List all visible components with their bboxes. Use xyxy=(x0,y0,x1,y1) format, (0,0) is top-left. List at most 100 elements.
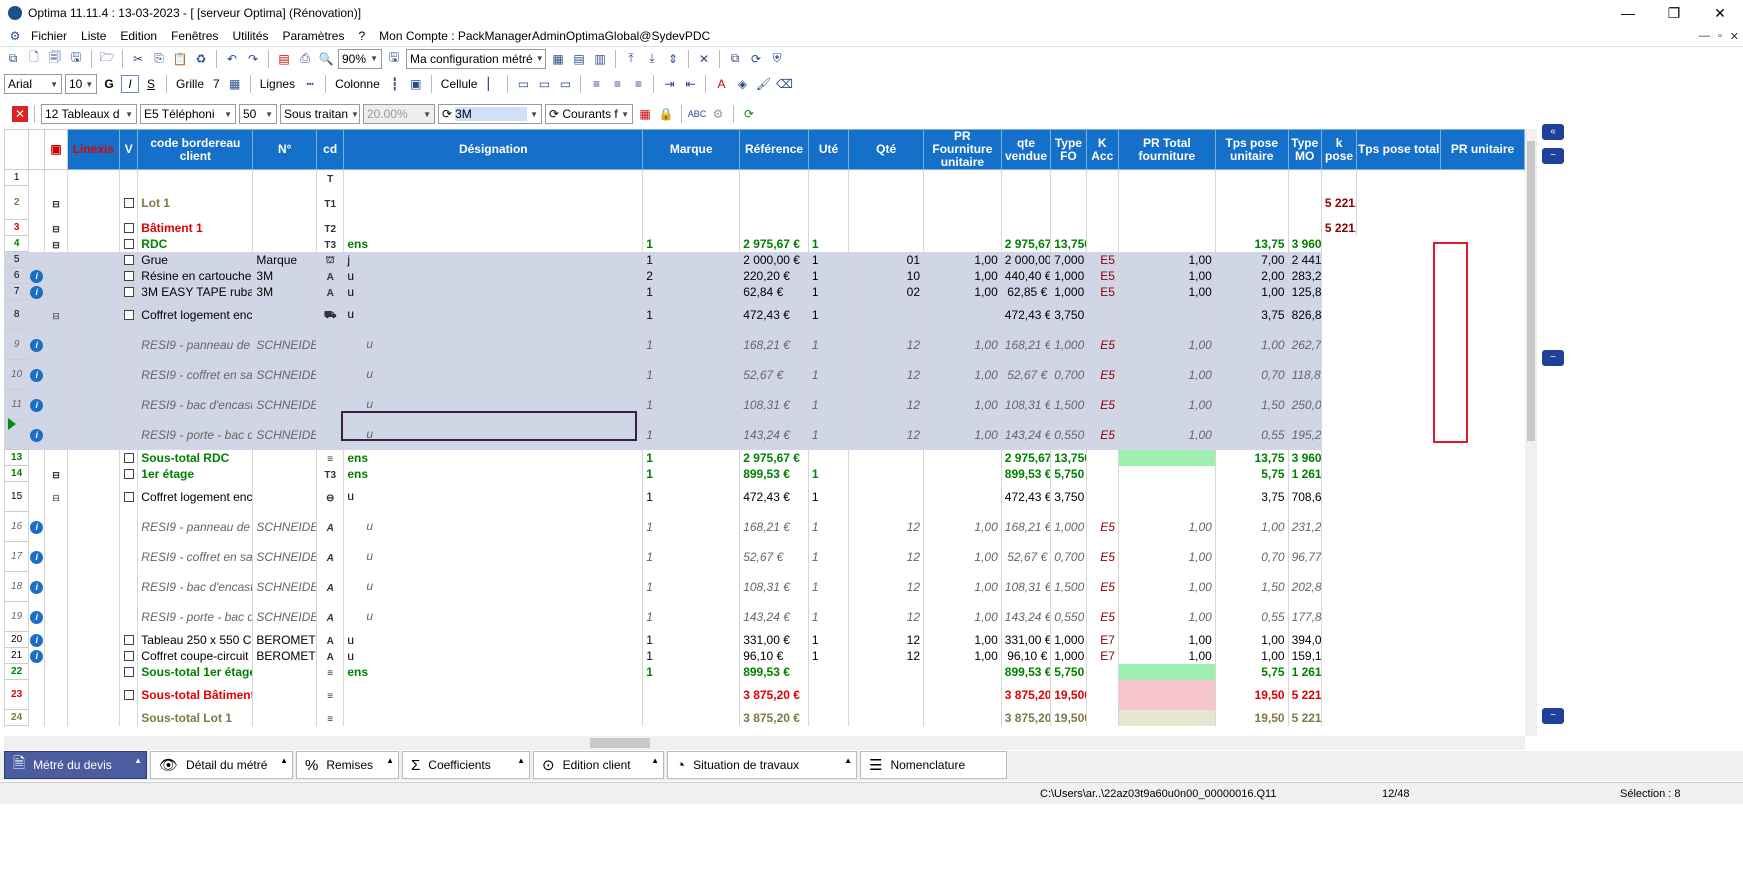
cell-code-bordereau[interactable]: Coffret logement encastré type Rési9 - p… xyxy=(137,481,254,512)
cell-reference[interactable]: 899,53 € xyxy=(739,465,809,482)
cell-type-fo[interactable]: 0,550 xyxy=(1050,419,1087,450)
cell-ute[interactable]: 1 xyxy=(807,299,850,330)
panel-collapse-icon[interactable]: − xyxy=(1542,148,1564,164)
cell-type-fo[interactable]: 1,000 xyxy=(1050,329,1087,360)
row-number[interactable]: 10 xyxy=(4,359,30,390)
cell-qte[interactable] xyxy=(848,449,924,466)
cell-linexis[interactable] xyxy=(66,283,121,300)
grid-view-icon[interactable]: ▦ xyxy=(549,50,567,68)
cell-numero[interactable]: SCHNEIDER ELE xyxy=(252,541,318,572)
cell-designation[interactable]: u xyxy=(343,283,644,300)
cell-marque[interactable] xyxy=(642,185,741,220)
copy-document-icon[interactable]: 🗐 xyxy=(46,50,64,68)
cell-linexis[interactable] xyxy=(66,235,121,252)
tools-icon[interactable]: ✕ xyxy=(695,50,713,68)
cell-type-mo[interactable]: 250,06 xyxy=(1287,389,1322,420)
cell-pr-total-fourniture[interactable]: 1,00 xyxy=(1117,631,1216,648)
cell-qte[interactable]: 12 xyxy=(848,359,924,390)
cell-type-mo[interactable]: 96,77 xyxy=(1287,541,1322,572)
cell-type-mo[interactable]: 262,71 xyxy=(1287,329,1322,360)
cell-code-bordereau[interactable]: RESI9 - panneau de contrôle monophasé - … xyxy=(137,511,254,542)
cell-type-mo[interactable]: 394,00 xyxy=(1287,631,1322,648)
cell-pr-fourniture-unitaire[interactable]: 1,00 xyxy=(923,267,1002,284)
undo-icon[interactable]: ↶ xyxy=(223,50,241,68)
cell-pr-total-fourniture[interactable] xyxy=(1117,169,1216,186)
cell-tps-pose-unitaire[interactable]: 1,00 xyxy=(1214,511,1289,542)
tab-nomenclature[interactable]: ☰ Nomenclature xyxy=(860,751,1007,779)
cell-qte-vendue[interactable]: 331,00 € xyxy=(1000,631,1052,648)
cell-designation[interactable]: u xyxy=(343,647,644,664)
row-number[interactable]: 14 xyxy=(4,465,30,482)
cell-pr-fourniture-unitaire[interactable] xyxy=(923,481,1002,512)
cell-designation[interactable] xyxy=(343,185,644,220)
cell-code-bordereau[interactable]: RESI9 - panneau de contrôle monophasé - … xyxy=(137,329,254,360)
tab-situation-de-travaux[interactable]: ◔ Situation de travaux ▲ xyxy=(667,751,857,779)
tab-coefficients[interactable]: Σ Coefficients ▲ xyxy=(402,751,530,779)
cell-pr-fourniture-unitaire[interactable]: 1,00 xyxy=(923,359,1002,390)
cell-type-mo[interactable]: 118,82 xyxy=(1287,359,1322,390)
cell-type-fo[interactable]: 0,700 xyxy=(1050,359,1087,390)
table-row[interactable]: 5 Grue Marque ⛫ j 1 2 000,00 €1 01 1,00 2 000,00 … xyxy=(4,251,1525,268)
cell-pr-total-fourniture[interactable] xyxy=(1117,235,1216,252)
horizontal-scroll-thumb[interactable] xyxy=(590,738,650,748)
cell-tps-pose-unitaire[interactable] xyxy=(1214,185,1289,220)
cell-linexis[interactable] xyxy=(66,219,121,236)
row-number[interactable]: 16 xyxy=(4,511,30,542)
vertical-scroll-thumb[interactable] xyxy=(1527,141,1535,441)
maximize-button[interactable]: ❐ xyxy=(1651,0,1697,26)
cell-numero[interactable] xyxy=(252,235,318,252)
border-bottom-icon[interactable]: ▭ xyxy=(556,75,574,93)
cell-pr-fourniture-unitaire[interactable] xyxy=(923,299,1002,330)
cell-numero[interactable]: SCHNEIDER ELE xyxy=(252,359,318,390)
percent-select[interactable]: 50 ▼ xyxy=(239,104,277,124)
recycle-icon[interactable]: ♻ xyxy=(192,50,210,68)
cell-pr-fourniture-unitaire[interactable]: 1,00 xyxy=(923,541,1002,572)
cell-reference[interactable]: 472,43 € xyxy=(739,299,809,330)
cell-numero[interactable]: SCHNEIDER ELE xyxy=(252,601,318,632)
cell-pr-total-fourniture[interactable] xyxy=(1117,465,1216,482)
table-row[interactable]: 11iRESI9 - bac d'encastrement 1 x 13 mod… xyxy=(4,389,1525,420)
cell-tps-pose-unitaire[interactable]: 1,00 xyxy=(1214,647,1289,664)
cell-type-mo[interactable]: 195,22 xyxy=(1287,419,1322,450)
cell-type-mo[interactable]: 2 441,00 xyxy=(1287,251,1322,268)
cell-qte-vendue[interactable] xyxy=(1000,169,1052,186)
cell-ute[interactable] xyxy=(807,185,850,220)
indent-decrease-icon[interactable]: ⇤ xyxy=(681,75,699,93)
cell-marque[interactable]: 1 xyxy=(642,359,741,390)
cell-marque[interactable]: 2 xyxy=(642,267,741,284)
cell-reference[interactable]: 2 000,00 € xyxy=(739,251,809,268)
italic-button[interactable]: I xyxy=(121,75,139,93)
cell-qte-vendue[interactable]: 143,24 € xyxy=(1000,601,1052,632)
pdf-icon[interactable]: ▤ xyxy=(275,50,293,68)
tableaux-select[interactable]: 12 Tableaux d ▼ xyxy=(41,104,137,124)
cell-type-mo[interactable]: 159,10 xyxy=(1287,647,1322,664)
refresh-icon[interactable]: ⟳ xyxy=(740,105,758,123)
cell-pr-fourniture-unitaire[interactable] xyxy=(923,679,1002,710)
table-row[interactable]: 15 ⊟ Coffret logement encastré type Rési9 … xyxy=(4,481,1525,512)
cell-marque[interactable] xyxy=(642,679,741,710)
cell-pr-fourniture-unitaire[interactable]: 1,00 xyxy=(923,631,1002,648)
cell-qte-vendue[interactable]: 472,43 € xyxy=(1000,299,1052,330)
panel-expand-icon[interactable]: « xyxy=(1542,124,1564,140)
cell-tps-pose-unitaire[interactable]: 0,70 xyxy=(1214,541,1289,572)
cell-pr-total-fourniture[interactable]: 1,00 xyxy=(1117,601,1216,632)
windows-icon[interactable]: ⧉ xyxy=(4,50,22,68)
cell-tps-pose-unitaire[interactable]: 1,00 xyxy=(1214,631,1289,648)
row-number[interactable]: 22 xyxy=(4,663,30,680)
cell-qte-vendue[interactable]: 108,31 € xyxy=(1000,571,1052,602)
cell-tps-pose-unitaire[interactable]: 5,75 xyxy=(1214,663,1289,680)
cell-designation[interactable]: ens xyxy=(343,449,644,466)
column-header-linexis[interactable]: Linexis xyxy=(66,129,121,170)
cell-designation[interactable] xyxy=(343,679,644,710)
cell-k-acc[interactable]: E5 xyxy=(1085,359,1119,390)
cell-code-bordereau[interactable]: RESI9 - coffret en saillie Blanc (RAL900… xyxy=(137,359,254,390)
info-icon[interactable]: i xyxy=(30,611,44,624)
table-row[interactable]: 2 ⊟ Lot 1 T1 5 221,83 xyxy=(4,185,1525,220)
cell-qte-vendue[interactable]: 2 975,67 € xyxy=(1000,449,1052,466)
row-checkbox[interactable] xyxy=(123,651,134,662)
collapse-toggle-icon[interactable]: ⊟ xyxy=(52,311,60,322)
cell-numero[interactable]: BEROMET xyxy=(252,631,318,648)
cell-pr-total-fourniture[interactable] xyxy=(1117,219,1216,236)
row-number[interactable]: 6 xyxy=(4,267,30,284)
column-header-numero[interactable]: N° xyxy=(252,129,318,170)
